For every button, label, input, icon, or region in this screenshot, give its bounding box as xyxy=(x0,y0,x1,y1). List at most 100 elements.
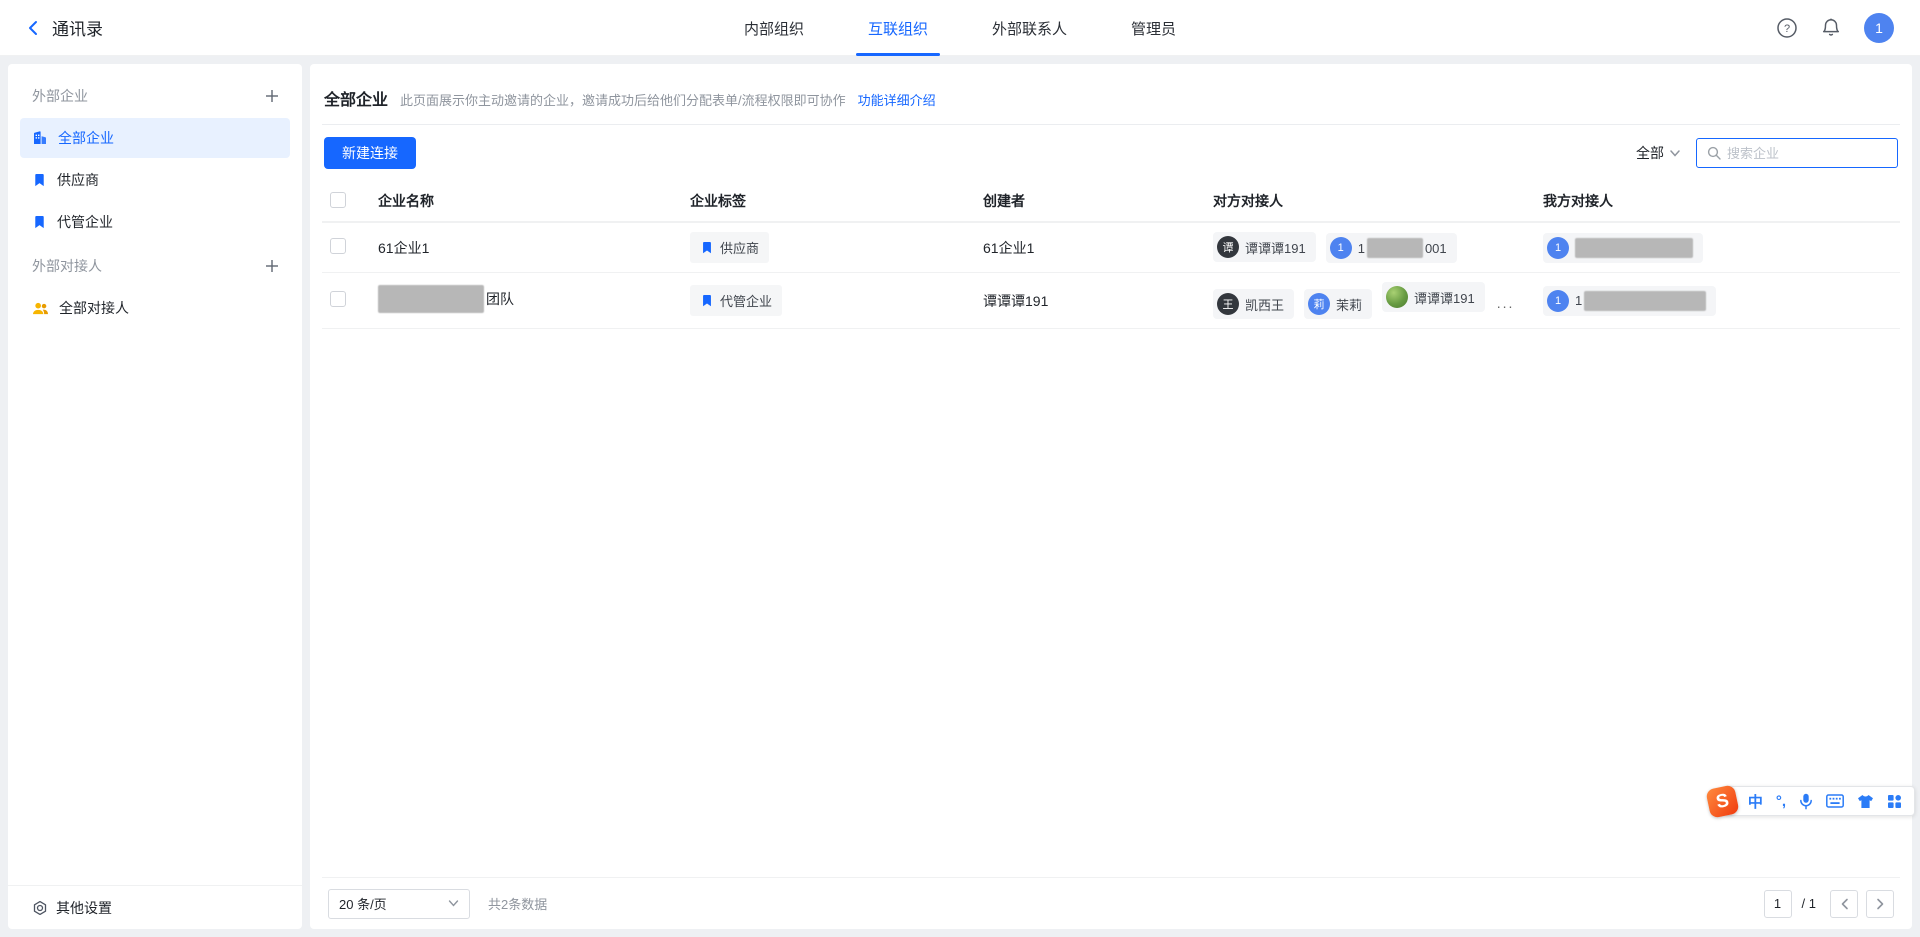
my-contacts-cell: 1 xyxy=(1535,222,1900,273)
add-company-group-icon[interactable] xyxy=(264,88,280,104)
content-header: 全部企业 此页面展示你主动邀请的企业，邀请成功后给他们分配表单/流程权限即可协作… xyxy=(322,64,1900,124)
microphone-icon[interactable] xyxy=(1799,793,1813,810)
col-my-contacts: 我方对接人 xyxy=(1535,185,1900,222)
sidebar: 外部企业 全部企业 供应商 代 xyxy=(8,64,302,929)
contact-chip[interactable]: 谭谭谭谭191 xyxy=(1213,232,1316,262)
partner-contacts-cell: 王凯西王莉茉莉谭谭谭191... xyxy=(1205,273,1535,329)
tab-connected-org[interactable]: 互联组织 xyxy=(868,0,928,56)
top-tabs: 内部组织 互联组织 外部联系人 管理员 xyxy=(0,0,1920,56)
building-icon xyxy=(32,130,48,146)
companies-table: 企业名称 企业标签 创建者 对方对接人 我方对接人 61企业1供应商61企业1谭… xyxy=(322,185,1900,877)
sidebar-other-settings[interactable]: 其他设置 xyxy=(8,885,302,929)
search-input[interactable] xyxy=(1727,146,1887,161)
sogou-logo-icon[interactable]: S xyxy=(1705,784,1739,818)
divider xyxy=(322,124,1900,125)
current-page-box[interactable]: 1 xyxy=(1764,890,1792,918)
creator-cell: 61企业1 xyxy=(975,222,1205,273)
tag-label: 代管企业 xyxy=(720,291,772,310)
sidebar-footer-label: 其他设置 xyxy=(56,898,112,918)
contact-chip[interactable]: 11001 xyxy=(1326,233,1457,263)
partner-contacts-cell: 谭谭谭谭191 11001 xyxy=(1205,222,1535,273)
text: 团队 xyxy=(486,289,514,309)
tag-label: 供应商 xyxy=(720,238,759,257)
sidebar-item-managed-companies[interactable]: 代管企业 xyxy=(20,202,290,242)
row-checkbox[interactable] xyxy=(330,238,346,254)
toolbox-grid-icon[interactable] xyxy=(1887,794,1902,809)
content-title: 全部企业 xyxy=(324,86,388,110)
help-icon[interactable]: ? xyxy=(1776,17,1798,39)
main-content: 全部企业 此页面展示你主动邀请的企业，邀请成功后给他们分配表单/流程权限即可协作… xyxy=(310,64,1912,929)
contact-avatar: 1 xyxy=(1330,237,1352,259)
header-checkbox-cell xyxy=(322,185,370,222)
sidebar-item-all-companies[interactable]: 全部企业 xyxy=(20,118,290,158)
text: 61企业1 xyxy=(378,238,429,258)
user-avatar[interactable]: 1 xyxy=(1864,13,1894,43)
bookmark-icon xyxy=(700,294,714,308)
contact-chip[interactable]: 王凯西王 xyxy=(1213,289,1294,319)
contact-avatar: 谭 xyxy=(1217,236,1239,258)
text: 茉莉 xyxy=(1336,295,1362,314)
col-creator: 创建者 xyxy=(975,185,1205,222)
people-icon xyxy=(32,301,49,316)
toolbar: 新建连接 全部 xyxy=(322,137,1900,169)
skin-outfit-icon[interactable] xyxy=(1857,794,1874,809)
search-box[interactable] xyxy=(1696,138,1898,168)
ime-language-toggle[interactable]: 中 xyxy=(1748,791,1763,812)
company-name-cell: 团队 xyxy=(370,273,682,329)
text: 1 xyxy=(1358,241,1365,256)
chevron-down-icon xyxy=(448,900,459,907)
row-checkbox[interactable] xyxy=(330,291,346,307)
contact-chip[interactable]: 莉茉莉 xyxy=(1304,289,1372,319)
prev-page-button[interactable] xyxy=(1830,890,1858,918)
company-tag-cell: 代管企业 xyxy=(682,273,975,329)
sidebar-item-all-contacts[interactable]: 全部对接人 xyxy=(20,288,290,328)
add-contact-group-icon[interactable] xyxy=(264,258,280,274)
table-body: 61企业1供应商61企业1谭谭谭谭191110011团队代管企业谭谭谭191王凯… xyxy=(322,222,1900,329)
feature-intro-link[interactable]: 功能详细介绍 xyxy=(858,90,936,109)
contact-chip[interactable]: 谭谭谭191 xyxy=(1382,282,1485,312)
bookmark-icon xyxy=(32,173,47,188)
text: 凯西王 xyxy=(1245,295,1284,314)
company-tag-chip: 供应商 xyxy=(690,232,769,263)
page-size-select[interactable]: 20 条/页 xyxy=(328,889,470,919)
more-contacts-indicator[interactable]: ... xyxy=(1497,295,1515,311)
table-header-row: 企业名称 企业标签 创建者 对方对接人 我方对接人 xyxy=(322,185,1900,222)
ime-toolbar: S 中 °, xyxy=(1696,786,1915,816)
page-title: 通讯录 xyxy=(52,15,103,40)
col-company-tag: 企业标签 xyxy=(682,185,975,222)
contact-chip[interactable]: 1 xyxy=(1543,233,1703,263)
page-size-value: 20 条/页 xyxy=(339,894,387,913)
text: 1 xyxy=(1575,293,1582,308)
select-all-checkbox[interactable] xyxy=(330,192,346,208)
virtual-keyboard-icon[interactable] xyxy=(1826,794,1844,808)
section-title: 外部企业 xyxy=(32,86,88,106)
text: 谭谭谭191 xyxy=(1414,288,1475,307)
content-description: 此页面展示你主动邀请的企业，邀请成功后给他们分配表单/流程权限即可协作 xyxy=(400,90,846,109)
sidebar-section-external-companies: 外部企业 xyxy=(8,74,302,118)
contact-avatar: 王 xyxy=(1217,293,1239,315)
redacted-text xyxy=(1367,238,1423,258)
sidebar-item-label: 代管企业 xyxy=(57,212,113,232)
back-navigation[interactable]: 通讯录 xyxy=(26,15,103,40)
tab-admin[interactable]: 管理员 xyxy=(1131,0,1176,56)
tab-external-contacts[interactable]: 外部联系人 xyxy=(992,0,1067,56)
tab-internal-org[interactable]: 内部组织 xyxy=(744,0,804,56)
table-row[interactable]: 团队代管企业谭谭谭191王凯西王莉茉莉谭谭谭191...11 xyxy=(322,273,1900,329)
sidebar-item-suppliers[interactable]: 供应商 xyxy=(20,160,290,200)
company-name-cell: 61企业1 xyxy=(370,222,682,273)
topbar: 通讯录 内部组织 互联组织 外部联系人 管理员 ? 1 xyxy=(0,0,1920,56)
sidebar-item-label: 全部对接人 xyxy=(59,298,129,318)
total-pages-text: / 1 xyxy=(1802,896,1816,911)
ime-punctuation-toggle[interactable]: °, xyxy=(1776,793,1786,810)
pagination-bar: 20 条/页 共2条数据 1 / 1 xyxy=(322,877,1900,929)
next-page-button[interactable] xyxy=(1866,890,1894,918)
bookmark-icon xyxy=(32,215,47,230)
back-chevron-icon[interactable] xyxy=(26,20,40,36)
contact-chip[interactable]: 11 xyxy=(1543,286,1716,316)
redacted-text xyxy=(1584,291,1706,311)
filter-dropdown[interactable]: 全部 xyxy=(1636,143,1680,163)
new-connection-button[interactable]: 新建连接 xyxy=(324,137,416,169)
table-row[interactable]: 61企业1供应商61企业1谭谭谭谭191110011 xyxy=(322,222,1900,273)
total-count-text: 共2条数据 xyxy=(488,894,547,913)
notification-bell-icon[interactable] xyxy=(1820,17,1842,39)
